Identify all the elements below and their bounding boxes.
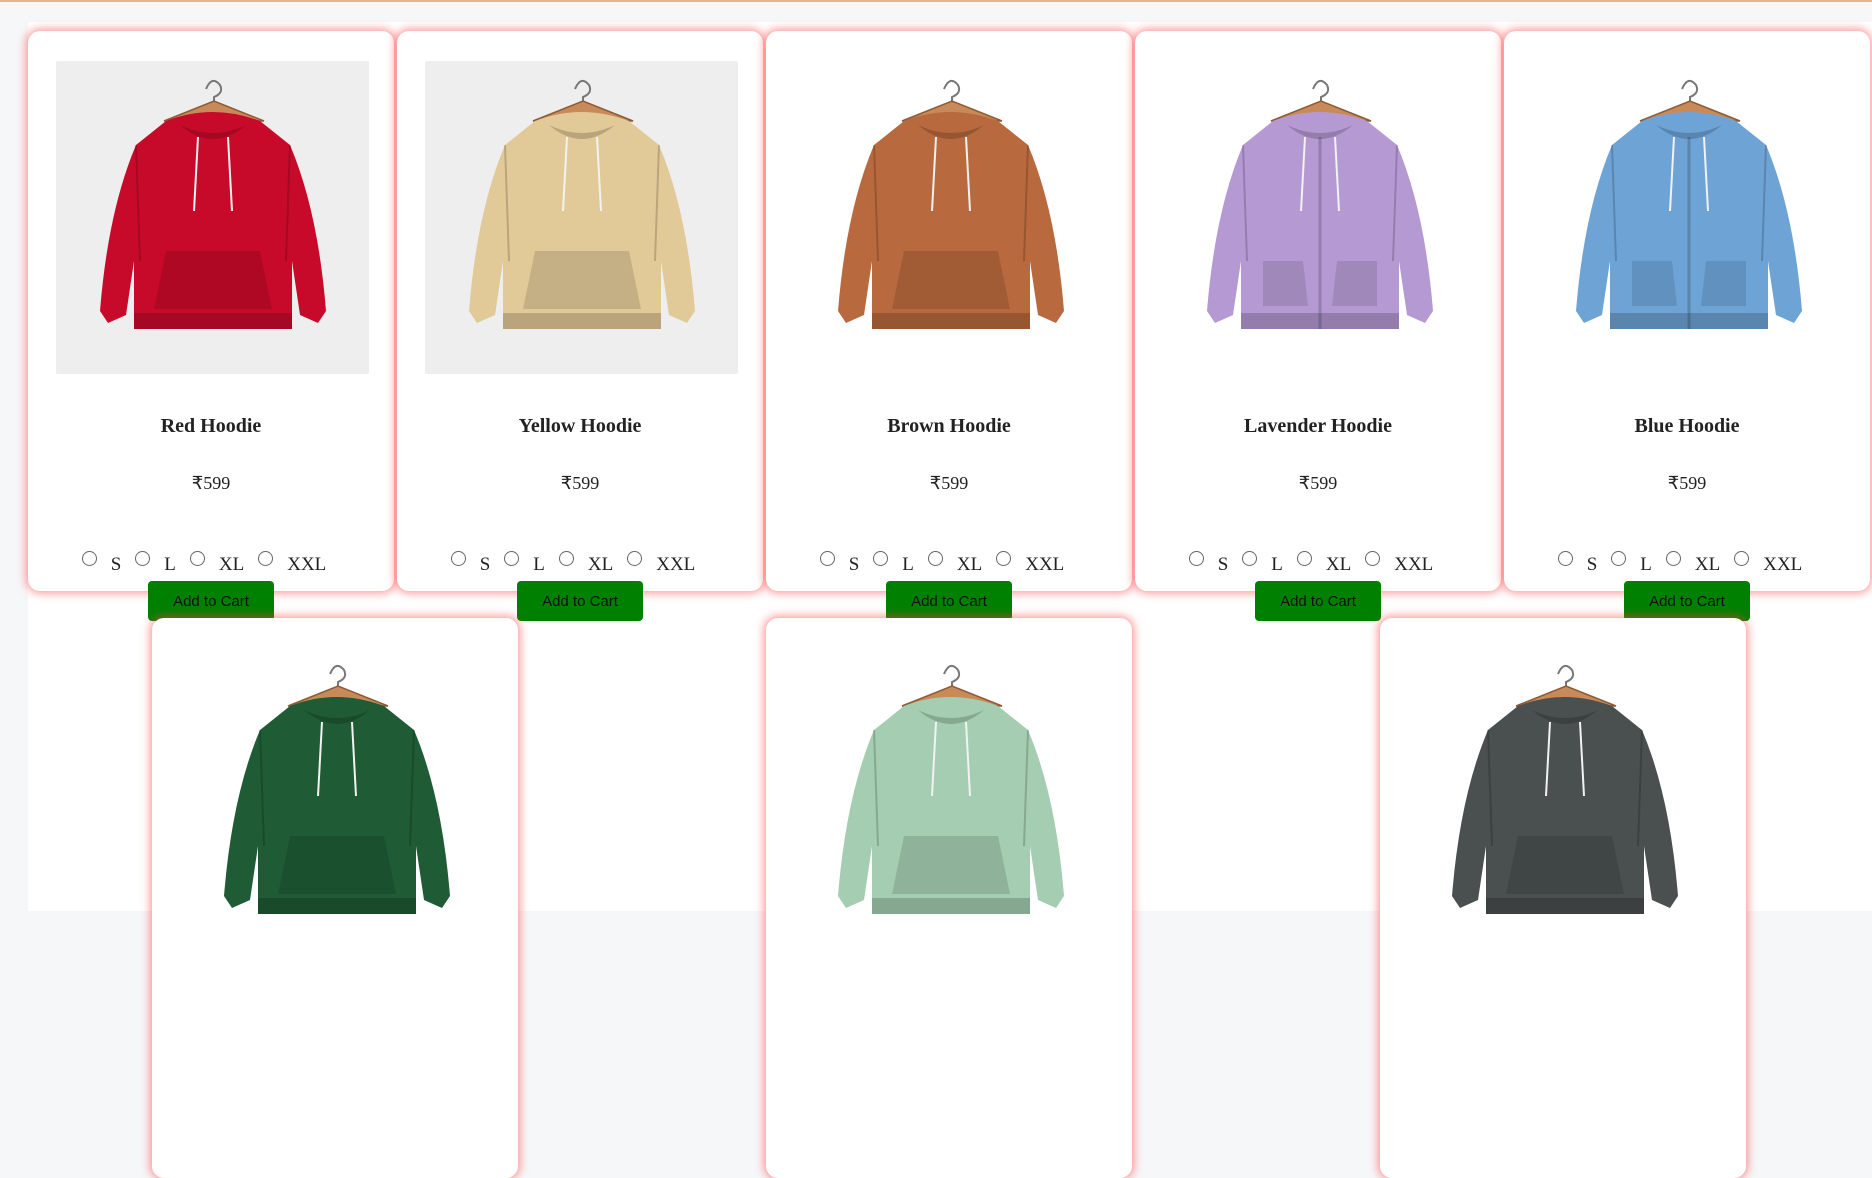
size-label: L — [902, 554, 914, 575]
size-radio-xl[interactable] — [927, 551, 943, 566]
add-to-cart-button[interactable]: Add to Cart — [148, 581, 274, 621]
product-grid: Red Hoodie ₹599 S L XL XXL Add to Cart Yellow … — [28, 22, 1872, 1178]
size-radio-s[interactable] — [1188, 551, 1204, 566]
size-label: XXL — [1025, 554, 1065, 575]
size-radio-xxl[interactable] — [1365, 551, 1381, 566]
size-radio-xxl[interactable] — [1734, 551, 1750, 566]
size-radio-xl[interactable] — [1665, 551, 1681, 566]
size-radio-xl[interactable] — [1296, 551, 1312, 566]
product-price: ₹599 — [1298, 473, 1338, 493]
size-options: S L XL XXL — [1504, 551, 1870, 576]
add-to-cart-button[interactable]: Add to Cart — [886, 581, 1012, 621]
size-label: XL — [956, 554, 983, 575]
product-image[interactable] — [425, 61, 738, 374]
add-to-cart-button[interactable]: Add to Cart — [1255, 581, 1381, 621]
size-label: L — [533, 554, 545, 575]
product-card — [766, 618, 1132, 1178]
size-options: S L XL XXL — [766, 551, 1132, 576]
product-card — [1380, 618, 1746, 1178]
product-card — [152, 618, 518, 1178]
size-label: XXL — [656, 554, 696, 575]
add-to-cart-button[interactable]: Add to Cart — [1624, 581, 1750, 621]
size-radio-xl[interactable] — [558, 551, 574, 566]
product-price: ₹599 — [191, 473, 231, 493]
size-radio-xxl[interactable] — [996, 551, 1012, 566]
product-card: Blue Hoodie ₹599 S L XL XXL Add to Cart — [1504, 31, 1870, 621]
size-label: L — [1271, 554, 1283, 575]
size-radio-s[interactable] — [1557, 551, 1573, 566]
size-label: S — [1217, 554, 1229, 575]
size-label: S — [1586, 554, 1598, 575]
hoodie-illustration — [838, 79, 1064, 329]
size-label: S — [110, 554, 122, 575]
size-radio-l[interactable] — [873, 551, 889, 566]
product-image[interactable] — [56, 61, 369, 374]
size-radio-l[interactable] — [504, 551, 520, 566]
size-radio-s[interactable] — [81, 551, 97, 566]
product-title: Brown Hoodie — [887, 415, 1011, 437]
size-options: S L XL XXL — [397, 551, 763, 576]
size-radio-xl[interactable] — [189, 551, 205, 566]
hoodie-illustration — [100, 79, 326, 329]
hoodie-illustration — [469, 79, 695, 329]
size-label: XXL — [1394, 554, 1434, 575]
size-label: XL — [218, 554, 245, 575]
size-options: S L XL XXL — [28, 551, 394, 576]
size-label: XL — [1325, 554, 1352, 575]
size-options: S L XL XXL — [1135, 551, 1501, 576]
size-radio-xxl[interactable] — [627, 551, 643, 566]
size-label: S — [479, 554, 491, 575]
size-label: XXL — [1763, 554, 1803, 575]
size-radio-l[interactable] — [1611, 551, 1627, 566]
size-radio-s[interactable] — [819, 551, 835, 566]
size-radio-s[interactable] — [450, 551, 466, 566]
size-label: L — [164, 554, 176, 575]
size-radio-xxl[interactable] — [258, 551, 274, 566]
product-image[interactable] — [180, 646, 493, 959]
product-card: Brown Hoodie ₹599 S L XL XXL Add to Cart — [766, 31, 1132, 621]
size-label: XL — [587, 554, 614, 575]
size-label: XXL — [287, 554, 327, 575]
top-border — [0, 0, 1872, 2]
hoodie-illustration — [224, 664, 450, 914]
product-title: Red Hoodie — [160, 415, 262, 437]
add-to-cart-button[interactable]: Add to Cart — [517, 581, 643, 621]
product-card: Yellow Hoodie ₹599 S L XL XXL Add to Cart — [397, 31, 763, 621]
size-radio-l[interactable] — [1242, 551, 1258, 566]
size-label: XL — [1694, 554, 1721, 575]
size-label: S — [848, 554, 860, 575]
product-price: ₹599 — [560, 473, 600, 493]
product-price: ₹599 — [929, 473, 969, 493]
product-card: Lavender Hoodie ₹599 S L XL XXL Add to Cart — [1135, 31, 1501, 621]
product-card: Red Hoodie ₹599 S L XL XXL Add to Cart — [28, 31, 394, 621]
hoodie-illustration — [1452, 664, 1678, 914]
size-radio-l[interactable] — [135, 551, 151, 566]
product-image[interactable] — [794, 61, 1107, 374]
product-price: ₹599 — [1667, 473, 1707, 493]
product-image[interactable] — [1163, 61, 1476, 374]
product-image[interactable] — [1532, 61, 1845, 374]
product-title: Yellow Hoodie — [518, 415, 642, 437]
product-title: Lavender Hoodie — [1244, 415, 1392, 437]
product-title: Blue Hoodie — [1634, 415, 1740, 437]
size-label: L — [1640, 554, 1652, 575]
hoodie-illustration — [1576, 79, 1802, 329]
product-image[interactable] — [1408, 646, 1721, 959]
hoodie-illustration — [838, 664, 1064, 914]
product-image[interactable] — [794, 646, 1107, 959]
hoodie-illustration — [1207, 79, 1433, 329]
